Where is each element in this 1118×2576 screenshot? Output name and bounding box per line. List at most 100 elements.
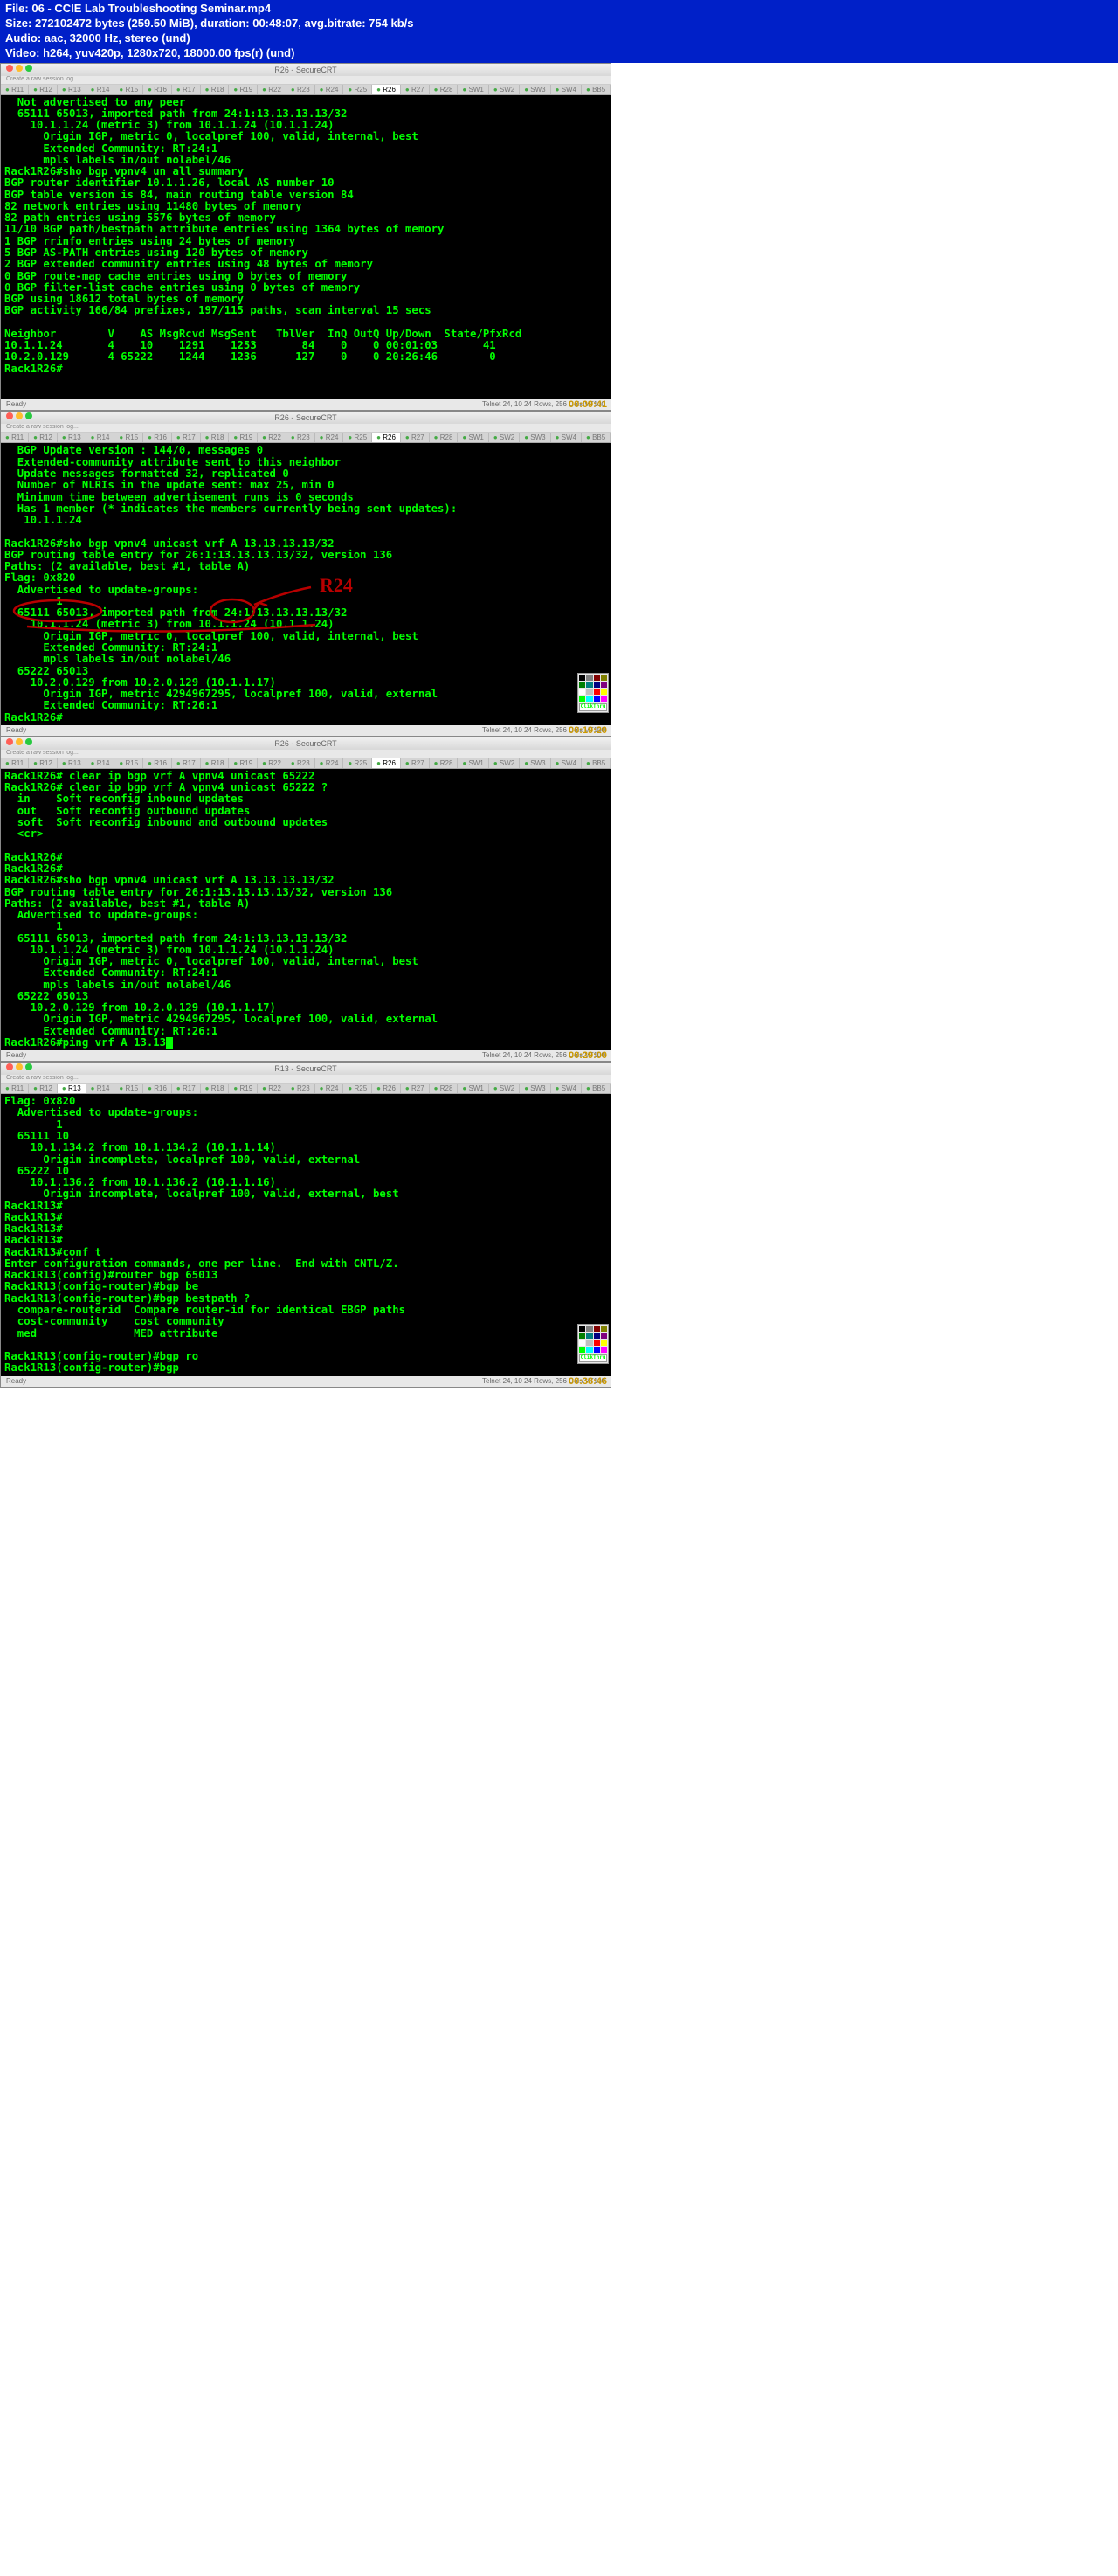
toolbar[interactable]: Create a raw session log... (1, 1075, 611, 1084)
session-tab[interactable]: ● R26 (372, 1084, 401, 1093)
session-tab[interactable]: ● SW1 (458, 433, 488, 442)
color-swatch[interactable] (601, 675, 607, 681)
toolbar[interactable]: Create a raw session log... (1, 750, 611, 758)
session-tab[interactable]: ● R11 (1, 758, 29, 768)
session-tab[interactable]: ● R13 (58, 1084, 86, 1093)
close-icon[interactable] (6, 412, 13, 419)
session-tab[interactable]: ● R27 (401, 85, 430, 94)
traffic-lights[interactable] (6, 738, 32, 745)
session-tab[interactable]: ● R17 (172, 433, 201, 442)
color-swatch[interactable] (586, 689, 592, 695)
color-swatch[interactable] (601, 1340, 607, 1346)
close-icon[interactable] (6, 738, 13, 745)
session-tabs[interactable]: ● R11● R12● R13● R14● R15● R16● R17● R18… (1, 758, 611, 769)
session-tab[interactable]: ● R25 (343, 85, 372, 94)
color-swatch[interactable] (586, 1347, 592, 1353)
session-tab[interactable]: ● R22 (258, 85, 286, 94)
session-tab[interactable]: ● R17 (172, 758, 201, 768)
session-tab[interactable]: ● R25 (343, 758, 372, 768)
minimize-icon[interactable] (16, 412, 23, 419)
session-tab[interactable]: ● R19 (229, 433, 258, 442)
close-icon[interactable] (6, 1063, 13, 1070)
session-tab[interactable]: ● R12 (29, 1084, 58, 1093)
window-titlebar[interactable]: R13 - SecureCRT (1, 1063, 611, 1075)
session-tab[interactable]: ● R14 (86, 1084, 115, 1093)
zoom-icon[interactable] (25, 412, 32, 419)
color-swatch[interactable] (601, 1347, 607, 1353)
color-swatch[interactable] (601, 682, 607, 688)
window-titlebar[interactable]: R26 - SecureCRT (1, 737, 611, 750)
session-tab[interactable]: ● SW1 (458, 85, 488, 94)
session-tab[interactable]: ● R24 (315, 433, 344, 442)
color-swatch[interactable] (579, 675, 585, 681)
session-tab[interactable]: ● R26 (372, 433, 401, 442)
minimize-icon[interactable] (16, 65, 23, 72)
session-tab[interactable]: ● R24 (315, 758, 344, 768)
session-tab[interactable]: ● R23 (286, 1084, 315, 1093)
color-swatch[interactable] (586, 696, 592, 702)
session-tab[interactable]: ● R28 (430, 85, 459, 94)
terminal-output[interactable]: Flag: 0x820 Advertised to update-groups:… (1, 1094, 611, 1375)
session-tabs[interactable]: ● R11● R12● R13● R14● R15● R16● R17● R18… (1, 1084, 611, 1094)
session-tab[interactable]: ● R22 (258, 433, 286, 442)
session-tab[interactable]: ● R13 (58, 758, 86, 768)
session-tab[interactable]: ● SW2 (489, 1084, 520, 1093)
color-swatch[interactable] (579, 1333, 585, 1339)
annotation-palette[interactable]: ClikThru (577, 673, 609, 712)
terminal-output[interactable]: Not advertised to any peer 65111 65013, … (1, 95, 611, 400)
session-tab[interactable]: ● R23 (286, 433, 315, 442)
session-tab[interactable]: ● R16 (143, 85, 172, 94)
session-tab[interactable]: ● R16 (143, 433, 172, 442)
session-tab[interactable]: ● SW2 (489, 433, 520, 442)
annotation-palette[interactable]: ClikThru (577, 1324, 609, 1363)
session-tab[interactable]: ● SW3 (520, 758, 550, 768)
session-tab[interactable]: ● R19 (229, 758, 258, 768)
session-tab[interactable]: ● SW4 (551, 1084, 582, 1093)
color-swatch[interactable] (594, 1326, 600, 1332)
session-tab[interactable]: ● R11 (1, 1084, 29, 1093)
color-swatch[interactable] (586, 1326, 592, 1332)
traffic-lights[interactable] (6, 412, 32, 419)
minimize-icon[interactable] (16, 738, 23, 745)
color-swatch[interactable] (586, 682, 592, 688)
session-tab[interactable]: ● SW4 (551, 85, 582, 94)
session-tab[interactable]: ● R14 (86, 85, 115, 94)
terminal-output[interactable]: BGP Update version : 144/0, messages 0 E… (1, 443, 611, 724)
session-tab[interactable]: ● SW3 (520, 1084, 550, 1093)
color-swatch[interactable] (594, 689, 600, 695)
zoom-icon[interactable] (25, 738, 32, 745)
session-tab[interactable]: ● SW2 (489, 85, 520, 94)
color-swatch[interactable] (601, 1333, 607, 1339)
color-swatch[interactable] (586, 1340, 592, 1346)
session-tab[interactable]: ● R28 (430, 1084, 459, 1093)
zoom-icon[interactable] (25, 1063, 32, 1070)
color-swatch[interactable] (594, 696, 600, 702)
clickthru-label[interactable]: ClikThru (579, 1354, 607, 1361)
session-tab[interactable]: ● R18 (201, 85, 230, 94)
session-tab[interactable]: ● BB5 (582, 758, 611, 768)
session-tab[interactable]: ● R27 (401, 1084, 430, 1093)
session-tab[interactable]: ● R28 (430, 433, 459, 442)
window-titlebar[interactable]: R26 - SecureCRT (1, 64, 611, 76)
session-tab[interactable]: ● R14 (86, 433, 115, 442)
session-tab[interactable]: ● SW4 (551, 433, 582, 442)
session-tab[interactable]: ● R18 (201, 758, 230, 768)
session-tab[interactable]: ● SW2 (489, 758, 520, 768)
window-titlebar[interactable]: R26 - SecureCRT (1, 412, 611, 424)
session-tab[interactable]: ● R13 (58, 85, 86, 94)
session-tabs[interactable]: ● R11● R12● R13● R14● R15● R16● R17● R18… (1, 85, 611, 95)
traffic-lights[interactable] (6, 65, 32, 72)
session-tab[interactable]: ● R16 (143, 758, 172, 768)
session-tabs[interactable]: ● R11● R12● R13● R14● R15● R16● R17● R18… (1, 433, 611, 443)
traffic-lights[interactable] (6, 1063, 32, 1070)
color-swatch[interactable] (586, 1333, 592, 1339)
color-swatch[interactable] (579, 696, 585, 702)
color-swatch[interactable] (601, 1326, 607, 1332)
session-tab[interactable]: ● BB5 (582, 433, 611, 442)
session-tab[interactable]: ● SW1 (458, 758, 488, 768)
session-tab[interactable]: ● R12 (29, 433, 58, 442)
session-tab[interactable]: ● R17 (172, 1084, 201, 1093)
session-tab[interactable]: ● SW3 (520, 85, 550, 94)
session-tab[interactable]: ● R24 (315, 85, 344, 94)
session-tab[interactable]: ● SW4 (551, 758, 582, 768)
